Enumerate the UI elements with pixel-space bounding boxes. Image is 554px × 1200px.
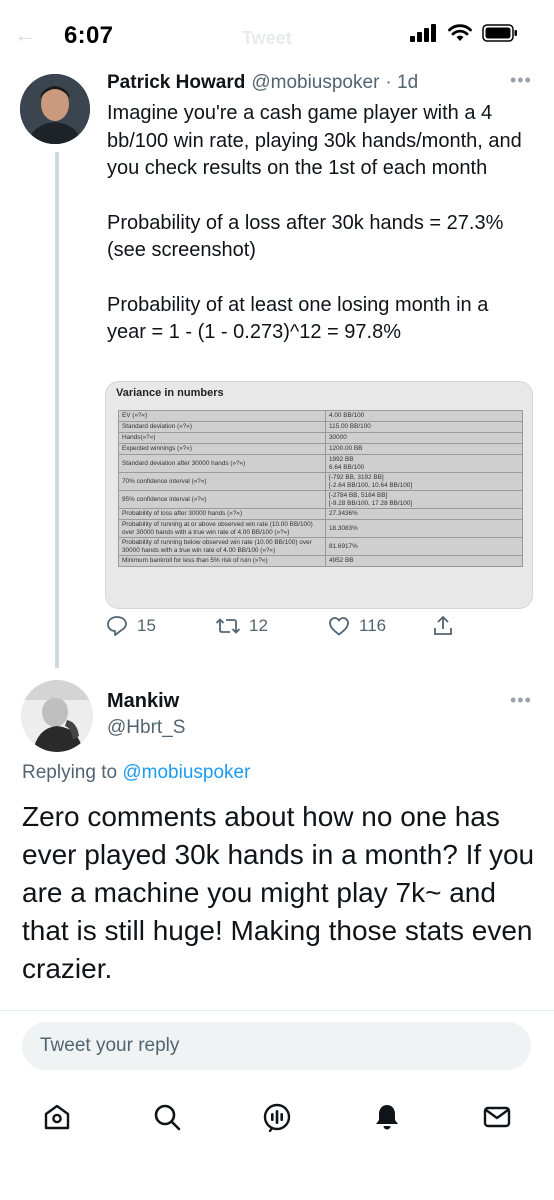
retweet-count: 12 bbox=[249, 616, 268, 635]
stats-label: 95% confidence interval (»?«) bbox=[118, 490, 326, 509]
replying-prefix: Replying to bbox=[22, 762, 118, 783]
status-icons bbox=[410, 24, 518, 42]
notifications-icon[interactable] bbox=[370, 1100, 404, 1134]
tweet-media-image[interactable]: Variance in numbers EV (»?«) 4.00 BB/100 S… bbox=[105, 381, 533, 609]
like-button[interactable]: 116 bbox=[327, 614, 386, 638]
stats-table: EV (»?«) 4.00 BB/100 Standard deviation (»… bbox=[118, 410, 523, 567]
reply-author-name[interactable]: Mankiw bbox=[107, 690, 179, 713]
stats-row: 95% confidence interval (»?«) [-2784 BB, … bbox=[118, 490, 523, 509]
stats-label: Standard deviation after 30000 hands (»?… bbox=[118, 454, 326, 473]
thread-line bbox=[55, 152, 59, 668]
media-title: Variance in numbers bbox=[116, 387, 224, 399]
home-icon[interactable] bbox=[40, 1100, 74, 1134]
stats-row: Standard deviation (»?«) 115.00 BB/100 bbox=[118, 421, 523, 433]
reply-count: 15 bbox=[137, 616, 156, 635]
author-name[interactable]: Patrick Howard bbox=[107, 72, 245, 94]
stats-row: Hands(»?«) 30000 bbox=[118, 432, 523, 444]
avatar[interactable] bbox=[20, 74, 90, 144]
author-handle[interactable]: @mobiuspoker bbox=[251, 72, 379, 94]
stats-row: Standard deviation after 30000 hands (»?… bbox=[118, 454, 523, 473]
search-icon[interactable] bbox=[150, 1100, 184, 1134]
reply-button[interactable]: 15 bbox=[105, 614, 156, 638]
tweet-header: Patrick Howard @mobiuspoker · 1d bbox=[107, 72, 418, 94]
reply-input[interactable]: Tweet your reply bbox=[22, 1022, 531, 1070]
stats-row: Probability of running at or above obser… bbox=[118, 519, 523, 538]
stats-row: Probability of loss after 30000 hands (»… bbox=[118, 508, 523, 520]
divider bbox=[0, 1010, 554, 1011]
stats-row: 70% confidence interval (»?«) [-792 BB, 3… bbox=[118, 472, 523, 491]
stats-value: 18.3083% bbox=[325, 519, 523, 538]
stats-label: Probability of running below observed wi… bbox=[118, 537, 326, 556]
back-arrow-icon[interactable]: ← bbox=[14, 22, 36, 48]
stats-label: Minimum bankroll for less than 5% risk o… bbox=[118, 555, 326, 567]
tweet-paragraph: Imagine you're a cash game player with a… bbox=[107, 102, 522, 179]
like-count: 116 bbox=[359, 616, 387, 635]
more-options-icon[interactable]: ••• bbox=[510, 70, 532, 91]
stats-value: 4952 BB bbox=[325, 555, 523, 567]
stats-value: 115.00 BB/100 bbox=[325, 421, 523, 433]
reply-text: Zero comments about how no one has ever … bbox=[22, 801, 535, 984]
avatar[interactable] bbox=[21, 680, 93, 752]
header-title: Tweet bbox=[242, 28, 292, 48]
retweet-button[interactable]: 12 bbox=[215, 614, 268, 638]
stats-label: EV (»?«) bbox=[118, 410, 326, 422]
stats-row: EV (»?«) 4.00 BB/100 bbox=[118, 410, 523, 422]
tweet-paragraph: Probability of a loss after 30k hands = … bbox=[107, 211, 504, 262]
retweet-icon bbox=[215, 618, 241, 634]
tweet-time: · 1d bbox=[385, 72, 419, 93]
stats-value: 27.3436% bbox=[325, 508, 523, 520]
stats-label: Probability of running at or above obser… bbox=[118, 519, 326, 538]
reply-author-handle[interactable]: @Hbrt_S bbox=[107, 717, 185, 739]
stats-value: [-792 BB, 3192 BB] [-2.64 BB/100, 10.64 B… bbox=[325, 472, 523, 491]
more-options-icon[interactable]: ••• bbox=[510, 690, 532, 711]
status-time: 6:07 bbox=[64, 22, 114, 49]
stats-label: 70% confidence interval (»?«) bbox=[118, 472, 326, 491]
reply-icon bbox=[107, 616, 127, 636]
messages-icon[interactable] bbox=[480, 1100, 514, 1134]
stats-label: Hands(»?«) bbox=[118, 432, 326, 444]
heart-icon bbox=[329, 617, 349, 636]
share-button[interactable] bbox=[431, 614, 455, 638]
wifi-icon bbox=[448, 24, 472, 41]
stats-row: Probability of running below observed wi… bbox=[118, 537, 523, 556]
battery-icon bbox=[482, 24, 517, 42]
stats-value: 30000 bbox=[325, 432, 523, 444]
stats-value: 1992 BB 6.64 BB/100 bbox=[325, 454, 523, 473]
spaces-icon[interactable] bbox=[260, 1100, 294, 1134]
stats-label: Probability of loss after 30000 hands (»… bbox=[118, 508, 326, 520]
stats-label: Standard deviation (»?«) bbox=[118, 421, 326, 433]
tweet-actions: 15 12 116 bbox=[105, 614, 465, 644]
stats-value: 1200.00 BB bbox=[325, 443, 523, 455]
replying-to: Replying to @mobiuspoker bbox=[22, 762, 250, 784]
stats-row: Minimum bankroll for less than 5% risk o… bbox=[118, 555, 523, 567]
tweet-paragraph: Probability of at least one losing month… bbox=[107, 293, 489, 344]
stats-value: [-2784 BB, 5184 BB] [-9.28 BB/100, 17.28 … bbox=[325, 490, 523, 509]
stats-value: 81.6917% bbox=[325, 537, 523, 556]
share-icon bbox=[434, 615, 452, 635]
tweet-text: Imagine you're a cash game player with a… bbox=[107, 100, 527, 374]
reply-placeholder: Tweet your reply bbox=[40, 1035, 180, 1056]
stats-value: 4.00 BB/100 bbox=[325, 410, 523, 422]
stats-label: Expected winnings (»?«) bbox=[118, 443, 326, 455]
replying-to-link[interactable]: @mobiuspoker bbox=[122, 762, 250, 783]
stats-row: Expected winnings (»?«) 1200.00 BB bbox=[118, 443, 523, 455]
signal-icon bbox=[410, 24, 436, 42]
